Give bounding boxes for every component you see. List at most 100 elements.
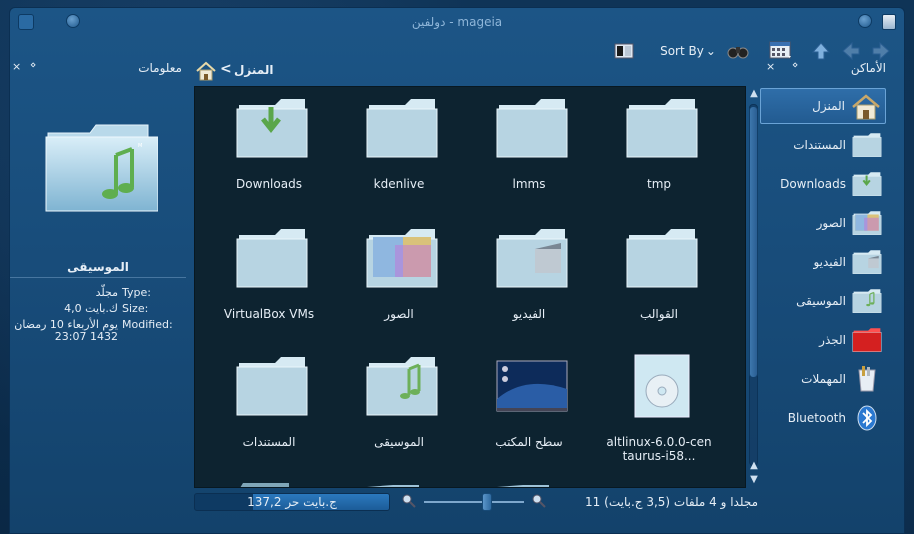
window-maximize-button[interactable] — [858, 14, 872, 28]
information-panel: × ⋄ معلومات M الموسيقى Type: مجلّد Size:… — [4, 60, 192, 521]
detach-icon[interactable]: ⋄ — [792, 60, 798, 71]
info-divider — [10, 277, 186, 278]
status-bar: 137,2 ج.بايت حر 11 مجلدا و 4 ملفات (3,5 … — [192, 492, 758, 518]
svg-text:M: M — [138, 143, 142, 149]
view-icons-button[interactable] — [768, 40, 794, 62]
arrow-up-icon — [811, 42, 831, 60]
file-item-label: الصور — [384, 307, 414, 321]
root-folder-icon — [852, 327, 882, 353]
file-item-label: tmp — [646, 177, 671, 191]
folder-images-icon — [852, 210, 882, 236]
folder-icon — [235, 355, 309, 417]
place-item-label: الموسيقى — [796, 294, 846, 308]
window-menu-button[interactable] — [18, 14, 34, 30]
breadcrumb-current[interactable]: المنزل — [234, 63, 273, 77]
file-item-label: altlinux-6.0.0-centaurus-i58... — [606, 435, 712, 463]
file-item-label: lmms — [512, 177, 546, 191]
file-item-label: الموسيقى — [374, 435, 424, 449]
window-title: دولفين - mageia — [411, 15, 503, 29]
place-item[interactable]: المنزل — [760, 88, 886, 124]
zoom-slider-handle[interactable] — [482, 493, 492, 511]
up-button[interactable] — [810, 40, 832, 62]
places-panel: × ⋄ الأماكن المنزل المستندات Downloads ا… — [758, 60, 892, 521]
arrow-right-icon — [872, 41, 890, 61]
file-item-label: المستندات — [242, 435, 296, 449]
back-button[interactable] — [840, 40, 862, 62]
places-panel-header: × ⋄ الأماكن — [758, 60, 892, 78]
folder-music-icon — [365, 355, 439, 417]
place-item-label: المنزل — [812, 99, 845, 113]
partial-item-icon — [497, 485, 549, 487]
close-icon[interactable]: × — [12, 60, 21, 73]
scrollbar-thumb[interactable] — [749, 106, 758, 378]
folder-music-icon — [852, 288, 882, 314]
window-minimize-button[interactable] — [66, 14, 80, 28]
place-item-label: المهملات — [801, 372, 846, 386]
info-item-name: الموسيقى — [67, 260, 129, 274]
place-item[interactable]: المستندات — [760, 127, 886, 163]
free-space-bar: 137,2 ج.بايت حر — [194, 493, 390, 511]
place-item-label: Bluetooth — [787, 411, 846, 425]
info-size-label: Size: — [122, 302, 149, 315]
partial-item-icon — [240, 483, 289, 487]
info-modified-label: Modified: — [122, 318, 173, 331]
file-item-label: VirtualBox VMs — [223, 307, 315, 321]
file-item-label: القوالب — [639, 307, 679, 321]
disc-image-icon — [625, 354, 699, 418]
sort-by-button[interactable]: Sort By ⌄ — [658, 40, 718, 62]
file-item-label: الفيديو — [512, 307, 546, 321]
folder-icon — [495, 97, 569, 159]
desktop-icon — [495, 355, 569, 417]
status-summary: 11 مجلدا و 4 ملفات (3,5 ج.بايت) — [585, 495, 758, 509]
zoom-slider-track[interactable] — [424, 501, 524, 503]
sort-by-label: Sort By — [660, 44, 704, 58]
folder-icon — [625, 227, 699, 289]
info-panel-title: معلومات — [138, 61, 182, 75]
free-space-label: 137,2 ج.بايت حر — [247, 495, 337, 509]
window-close-button[interactable] — [882, 14, 896, 30]
binoculars-icon — [727, 47, 749, 59]
folder-icon — [235, 227, 309, 289]
place-item[interactable]: الفيديو — [760, 244, 886, 280]
split-view-icon — [614, 43, 634, 59]
place-item-label: المستندات — [793, 138, 846, 152]
info-type-label: Type: — [122, 286, 151, 299]
place-item-label: الفيديو — [813, 255, 846, 269]
place-item[interactable]: المهملات — [760, 361, 886, 397]
place-item[interactable]: الموسيقى — [760, 283, 886, 319]
file-view[interactable]: Downloads kdenlive lmms tmp VirtualBox V… — [194, 86, 746, 488]
place-item[interactable]: الجذر — [760, 322, 886, 358]
info-modified-value: يوم الأربعاء 10 رمضان 1432 23:07 — [14, 318, 118, 343]
info-panel-header: × ⋄ معلومات — [4, 60, 192, 78]
folder-icon — [852, 132, 882, 158]
arrow-left-icon — [842, 41, 860, 61]
info-type-value: مجلّد — [95, 286, 118, 299]
detach-icon[interactable]: ⋄ — [30, 60, 36, 71]
folder-icon — [625, 97, 699, 159]
chevron-down-icon: ⌄ — [705, 44, 716, 58]
place-item[interactable]: الصور — [760, 205, 886, 241]
music-folder-preview-icon: M — [45, 124, 158, 212]
info-size-value: 4,0 ك.بايت — [64, 302, 118, 315]
folder-downloads-icon — [235, 97, 309, 159]
bluetooth-icon — [852, 405, 882, 431]
folder-icon — [365, 97, 439, 159]
breadcrumb-separator: < — [220, 61, 232, 77]
close-icon[interactable]: × — [766, 60, 775, 73]
zoom-out-icon[interactable] — [402, 494, 416, 508]
folder-images-icon — [365, 227, 439, 289]
preview-button[interactable] — [726, 40, 750, 62]
places-panel-title: الأماكن — [850, 61, 886, 75]
place-item-label: Downloads — [780, 177, 846, 191]
folder-video-icon — [852, 249, 882, 275]
place-item[interactable]: Downloads — [760, 166, 886, 202]
location-bar: < المنزل — [192, 60, 753, 86]
place-item-label: الصور — [816, 216, 846, 230]
forward-button[interactable] — [870, 40, 892, 62]
place-item[interactable]: Bluetooth — [760, 400, 886, 436]
zoom-in-icon[interactable] — [532, 494, 546, 508]
view-mode-button[interactable] — [612, 40, 636, 62]
home-icon — [851, 94, 881, 120]
home-icon[interactable] — [195, 61, 217, 81]
file-item-label: سطح المكتب — [495, 435, 563, 449]
